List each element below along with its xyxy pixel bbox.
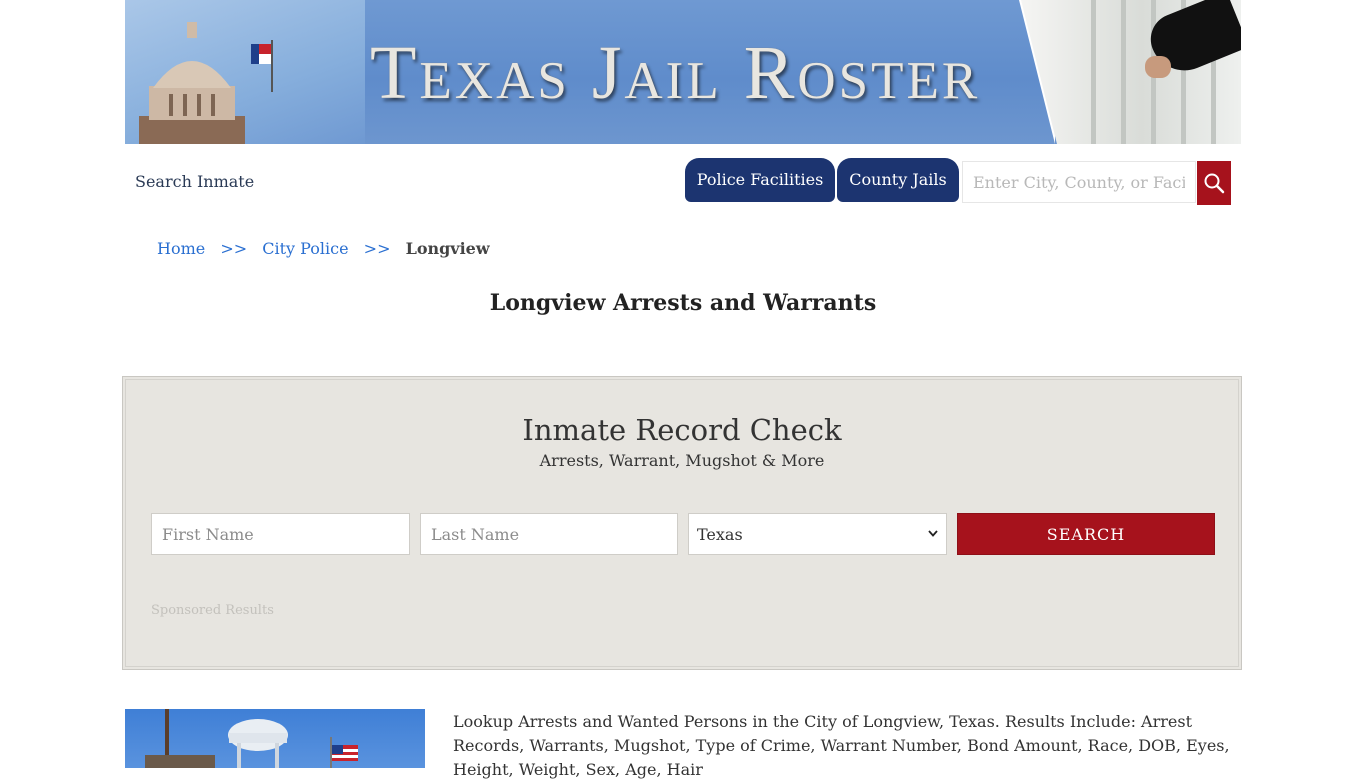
- breadcrumb-city-police-link[interactable]: City Police: [262, 239, 348, 258]
- breadcrumb-home-link[interactable]: Home: [157, 239, 205, 258]
- facility-search-button[interactable]: [1197, 161, 1231, 205]
- page-title: Longview Arrests and Warrants: [489, 290, 877, 316]
- last-name-input[interactable]: [420, 513, 678, 555]
- search-icon: [1204, 173, 1225, 194]
- capitol-dome-image: [139, 22, 245, 144]
- breadcrumb-separator: >>: [363, 239, 391, 258]
- longview-water-tower-image: [125, 709, 425, 768]
- state-select[interactable]: Texas: [688, 513, 947, 555]
- facility-search-input[interactable]: [962, 161, 1196, 203]
- banner-title: Texas Jail Roster: [370, 31, 981, 115]
- tab-police-facilities[interactable]: Police Facilities: [685, 158, 835, 202]
- record-check-subtitle: Arrests, Warrant, Mugshot & More: [539, 451, 825, 470]
- sponsored-results-label: Sponsored Results: [151, 603, 274, 618]
- jail-cell-image: [1021, 0, 1241, 144]
- site-banner[interactable]: Texas Jail Roster: [125, 0, 1241, 144]
- search-inmate-label[interactable]: Search Inmate: [135, 172, 254, 191]
- record-check-title: Inmate Record Check: [522, 413, 842, 447]
- search-button[interactable]: SEARCH: [957, 513, 1215, 555]
- breadcrumb-current: Longview: [405, 239, 490, 258]
- city-description: Lookup Arrests and Wanted Persons in the…: [453, 712, 1230, 779]
- tab-county-jails[interactable]: County Jails: [837, 158, 959, 202]
- first-name-input[interactable]: [151, 513, 410, 555]
- flag-icon: [251, 40, 273, 92]
- inmate-record-check-panel: Inmate Record Check Arrests, Warrant, Mu…: [122, 376, 1242, 670]
- breadcrumb: Home >> City Police >> Longview: [157, 239, 490, 258]
- breadcrumb-separator: >>: [220, 239, 248, 258]
